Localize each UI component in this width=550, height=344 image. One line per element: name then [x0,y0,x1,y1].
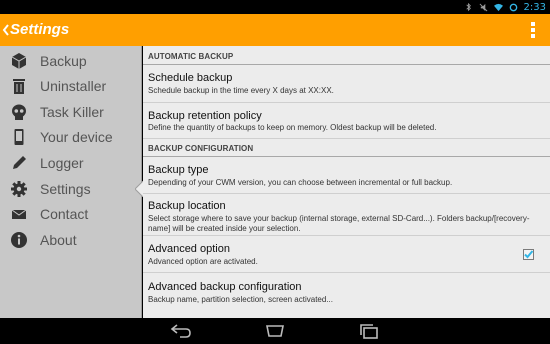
drawer-item-logger[interactable]: Logger [0,150,142,176]
drawer-item-label: About [40,232,77,248]
settings-list: AUTOMATIC BACKUP Schedule backup Schedul… [143,46,550,318]
pencil-icon [13,156,26,169]
mute-icon [479,3,487,11]
pref-title: Backup retention policy [148,110,262,122]
bluetooth-icon [465,2,471,11]
pref-summary: Define the quantity of backups to keep o… [148,123,437,132]
drawer-item-label: Logger [40,155,84,171]
phone-icon [14,129,24,145]
up-navigation-icon[interactable] [2,22,10,38]
section-header-label: AUTOMATIC BACKUP [148,52,234,61]
pref-backup-type[interactable]: Backup type Depending of your CWM versio… [143,157,550,194]
drawer-item-label: Uninstaller [40,78,107,94]
status-icons: 2:33 [464,0,546,14]
drawer-item-settings[interactable]: Settings [0,176,143,202]
recents-icon[interactable] [358,323,380,339]
drawer-item-label: Settings [40,181,91,197]
home-icon[interactable] [264,323,286,339]
drawer-item-uninstaller[interactable]: Uninstaller [0,73,142,99]
info-icon [11,232,27,248]
checkmark-icon [524,250,534,259]
overflow-dot [531,28,535,32]
pref-advanced-option[interactable]: Advanced option Advanced option are acti… [143,236,550,273]
drawer-item-backup[interactable]: Backup [0,48,142,74]
drawer-item-label: Backup [40,53,87,69]
drawer-item-label: Contact [40,206,89,222]
advanced-option-checkbox[interactable] [523,249,534,260]
system-navigation-bar [0,318,550,344]
pref-title: Backup location [148,200,226,212]
drawer-item-label: Your device [40,129,113,145]
drawer-item-task-killer[interactable]: Task Killer [0,99,142,125]
pref-backup-retention-policy[interactable]: Backup retention policy Define the quant… [143,103,550,139]
pref-summary: Backup name, partition selection, screen… [148,295,333,304]
envelope-icon [11,209,27,219]
overflow-menu-icon[interactable] [530,22,536,38]
pref-advanced-backup-configuration[interactable]: Advanced backup configuration Backup nam… [143,273,550,318]
section-header-label: BACKUP CONFIGURATION [148,144,254,153]
status-time: 2:33 [523,1,546,13]
wifi-icon [493,3,503,11]
action-bar: Settings [0,14,550,46]
status-bar: 2:33 [0,0,550,14]
back-icon[interactable] [170,323,192,339]
drawer-item-about[interactable]: About [0,227,142,253]
drawer-item-contact[interactable]: Contact [0,201,142,227]
gear-icon [11,181,27,197]
pref-title: Advanced option [148,243,230,255]
pref-title: Advanced backup configuration [148,281,302,293]
pref-summary: Depending of your CWM version, you can c… [148,178,453,187]
skull-icon [12,104,26,120]
pref-summary: Select storage where to save your backup… [148,214,530,233]
cube-icon [11,53,27,69]
pref-title: Backup type [148,164,209,176]
section-header-backup-configuration: BACKUP CONFIGURATION [143,139,550,157]
pref-backup-location[interactable]: Backup location Select storage where to … [143,194,550,236]
pref-schedule-backup[interactable]: Schedule backup Schedule backup in the t… [143,65,550,103]
pref-summary: Schedule backup in the time every X days… [148,86,334,95]
pref-summary: Advanced option are activated. [148,257,258,266]
overflow-dot [531,34,535,38]
selected-indicator [135,181,143,197]
section-header-automatic-backup: AUTOMATIC BACKUP [143,47,550,65]
action-bar-title[interactable]: Settings [10,21,69,38]
drawer-item-label: Task Killer [40,104,104,120]
navigation-drawer: Backup Uninstaller Task Killer Your devi… [0,46,143,318]
recycle-bin-icon [13,79,25,94]
sync-icon [509,3,517,11]
drawer-item-your-device[interactable]: Your device [0,124,142,150]
overflow-dot [531,22,535,26]
pref-title: Schedule backup [148,72,233,84]
